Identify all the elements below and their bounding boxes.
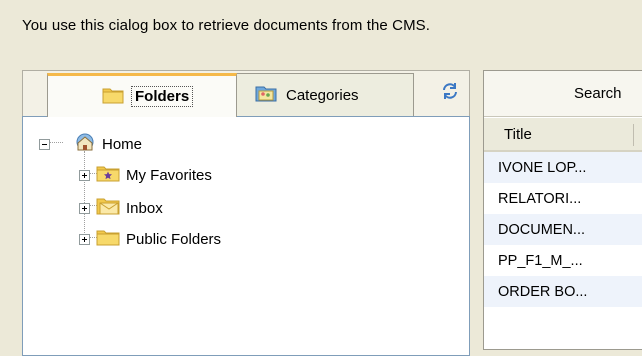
- tree-item-inbox[interactable]: Inbox: [79, 196, 163, 220]
- tab-strip: Folders Categories: [22, 70, 470, 117]
- row-title: PP_F1_M_...: [498, 252, 583, 269]
- expand-toggle[interactable]: [79, 233, 90, 245]
- refresh-icon[interactable]: [441, 82, 459, 100]
- expand-toggle[interactable]: [79, 202, 90, 214]
- column-title-label: Title: [504, 125, 532, 143]
- table-row[interactable]: IVONE LOP...: [484, 152, 642, 183]
- search-label: Search: [574, 85, 622, 102]
- favorites-folder-icon: [96, 164, 120, 186]
- categories-icon: [254, 83, 278, 107]
- tree-item-label: Home: [102, 135, 143, 153]
- tab-categories[interactable]: Categories: [229, 73, 414, 116]
- tree-item-public-folders[interactable]: Public Folders: [79, 228, 221, 250]
- home-icon: [74, 132, 96, 156]
- folder-icon: [102, 86, 124, 108]
- row-title: IVONE LOP...: [498, 159, 587, 176]
- tree-item-label: My Favorites: [126, 166, 212, 184]
- table-row[interactable]: ORDER BO...: [484, 276, 642, 307]
- row-title: ORDER BO...: [498, 283, 588, 300]
- tree-item-my-favorites[interactable]: My Favorites: [79, 164, 212, 186]
- folder-tree: Home My Favorites Inbox Public Folders: [22, 116, 470, 356]
- inbox-icon: [96, 196, 120, 220]
- column-header-title[interactable]: Title: [484, 118, 642, 152]
- expand-toggle[interactable]: [79, 169, 90, 181]
- tab-folders[interactable]: Folders: [47, 73, 237, 117]
- tab-categories-label: Categories: [286, 86, 359, 104]
- table-row[interactable]: PP_F1_M_...: [484, 245, 642, 276]
- tree-item-label: Public Folders: [126, 230, 222, 248]
- results-panel: Search Title IVONE LOP... RELATORI... DO…: [483, 70, 642, 350]
- table-row[interactable]: RELATORI...: [484, 183, 642, 214]
- tree-item-label: Inbox: [126, 199, 163, 217]
- dialog-description: You use this cialog box to retrieve docu…: [22, 17, 431, 34]
- table-row[interactable]: DOCUMEN...: [484, 214, 642, 245]
- row-title: RELATORI...: [498, 190, 582, 207]
- folders-panel: Folders Categories Home My Favorites Inb…: [22, 70, 470, 356]
- row-title: DOCUMEN...: [498, 221, 585, 238]
- tab-folders-label: Folders: [130, 86, 194, 107]
- tree-item-home[interactable]: Home: [39, 132, 142, 156]
- column-divider[interactable]: [633, 124, 634, 146]
- search-header[interactable]: Search: [484, 71, 642, 117]
- collapse-toggle[interactable]: [39, 138, 50, 150]
- folder-icon: [96, 228, 120, 250]
